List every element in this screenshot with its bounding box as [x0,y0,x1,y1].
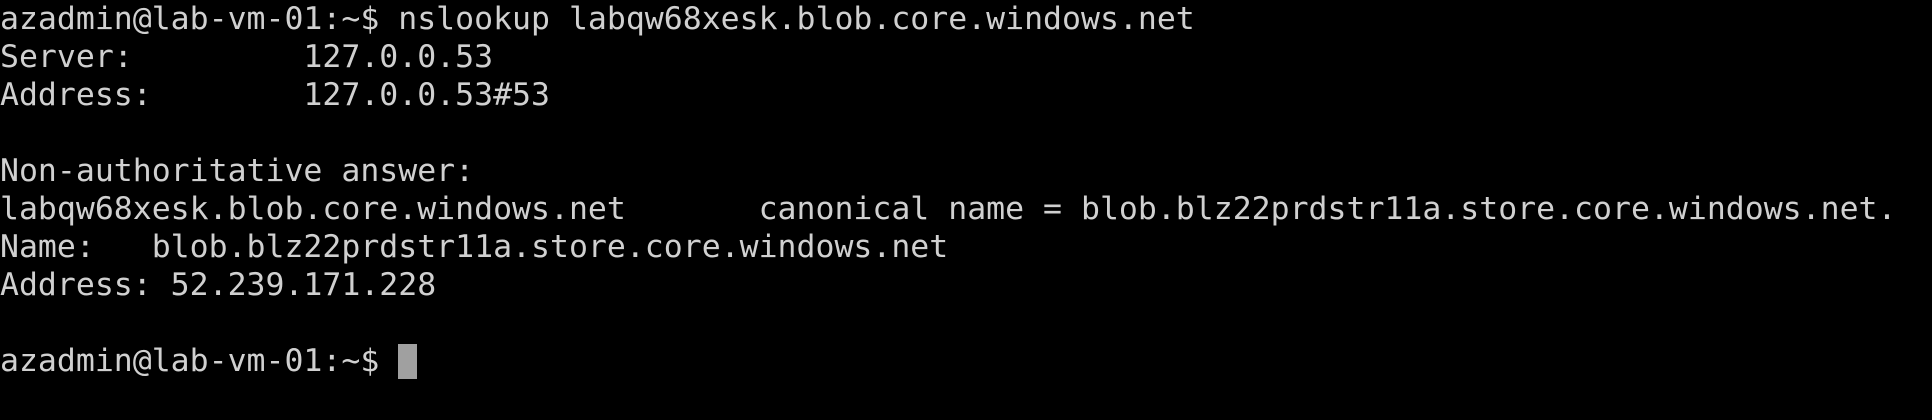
canonical-name-line: labqw68xesk.blob.core.windows.net canoni… [0,191,1897,227]
address-line: Address: 127.0.0.53#53 [0,77,550,113]
text-cursor [398,343,418,379]
server-line: Server: 127.0.0.53 [0,39,494,75]
result-address-line: Address: 52.239.171.228 [0,267,437,303]
name-line: Name: blob.blz22prdstr11a.store.core.win… [0,229,949,265]
terminal-window[interactable]: azadmin@lab-vm-01:~$ nslookup labqw68xes… [0,0,1932,420]
shell-prompt: azadmin@lab-vm-01:~$ [0,343,399,379]
answer-header-line: Non-authoritative answer: [0,153,475,189]
command-line: azadmin@lab-vm-01:~$ nslookup labqw68xes… [0,1,1195,37]
active-prompt-line[interactable]: azadmin@lab-vm-01:~$ [0,342,1932,380]
